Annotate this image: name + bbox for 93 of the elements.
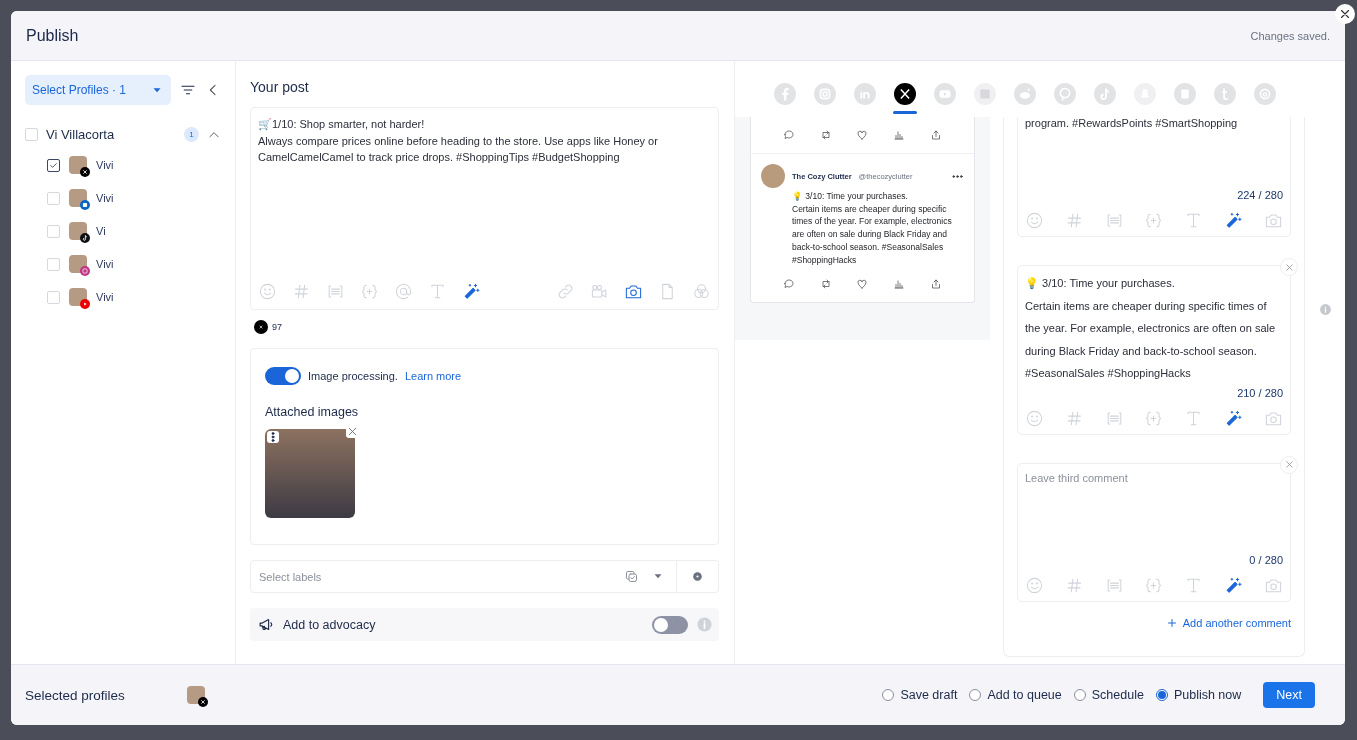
social-network-icon: [854, 82, 876, 105]
profile-name: Vivi: [96, 192, 114, 204]
settings-button[interactable]: [677, 560, 719, 593]
toggle-switch[interactable]: [652, 615, 688, 634]
reply-icon[interactable]: [783, 129, 796, 141]
social-network-icon: [814, 82, 836, 105]
bars-icon[interactable]: [893, 278, 906, 291]
social-network-icon: [934, 82, 956, 105]
close-icon: [346, 425, 359, 438]
save-status: Changes saved.: [1250, 29, 1330, 42]
next-button[interactable]: Next: [1263, 682, 1315, 708]
social-network-icon: [1254, 82, 1276, 105]
toggle-switch[interactable]: [265, 367, 301, 385]
magic-wand-icon[interactable]: [462, 282, 481, 301]
hash-icon[interactable]: [292, 282, 311, 301]
profile-group-name: Vi Villacorta: [46, 127, 116, 142]
post-editor[interactable]: 🛒1/10: Shop smarter, not harder! Always compare prices online before heading to the store. Use apps like Honey or CamelCamelCamel to track price drops. #ShoppingTips #BudgetShopping: [250, 107, 719, 310]
profile-name: Vivi: [96, 159, 114, 171]
comment-text: program. #RewardsPoints #SmartShopping: [1025, 117, 1239, 129]
heart-icon[interactable]: [856, 129, 869, 141]
social-network-icon: [1014, 82, 1036, 105]
character-count: 97: [272, 322, 282, 332]
network-badge-icon: [198, 697, 208, 707]
text-format-icon[interactable]: [428, 282, 447, 301]
plus-icon: [1165, 616, 1178, 629]
close-icon: [1338, 7, 1352, 21]
learn-more-link[interactable]: Learn more: [404, 370, 462, 382]
tweet-text: 💡 3/10: Time your purchases. Certain items are cheaper during specific times of the year. For example, electronics are often on sale during Black Friday and back-to-school season. #SeasonalSales #ShoppingHacks: [792, 190, 953, 267]
profile-name: Vivi: [96, 258, 114, 270]
select-profiles-dropdown[interactable]: Select Profiles · 1: [25, 75, 171, 105]
close-comment-button[interactable]: [1280, 258, 1298, 276]
checkbox[interactable]: [47, 158, 60, 172]
magic-wand-icon[interactable]: [1224, 575, 1244, 595]
advocacy-label: Add to advocacy: [283, 617, 377, 632]
magic-wand-icon[interactable]: [1224, 408, 1244, 428]
post-text: 🛒1/10: Shop smarter, not harder! Always compare prices online before heading to the store. Use apps like Honey or CamelCamelCamel to track price drops. #ShoppingTips #BudgetShopping: [258, 117, 659, 165]
avatar: [761, 164, 785, 188]
text-block-icon[interactable]: [326, 282, 345, 301]
character-count: 224 / 280: [1236, 189, 1283, 201]
social-network-icon: [894, 82, 916, 105]
info-icon: [696, 616, 713, 633]
social-network-icon: [974, 82, 996, 105]
gear-icon: [691, 570, 704, 583]
close-icon: [1283, 261, 1295, 273]
add-comment-button[interactable]: Add another comment: [1165, 616, 1291, 629]
magic-wand-icon[interactable]: [1224, 211, 1244, 230]
labels-field[interactable]: Select labels: [250, 560, 677, 593]
character-count: 0 / 280: [1248, 553, 1283, 566]
character-count: 210 / 280: [1236, 386, 1283, 399]
comment-text: 💡 3/10: Time your purchases. Certain items are cheaper during specific times of the year. For example, electronics are often on sale during Black Friday and back-to-school season. #SeasonalSales #ShoppingHacks: [1025, 276, 1277, 381]
copy-icon: [624, 569, 639, 584]
publish-option[interactable]: Add to queue: [969, 688, 1062, 702]
share-icon[interactable]: [929, 129, 942, 141]
publish-option[interactable]: Save draft: [882, 688, 958, 702]
social-network-icon: [1174, 82, 1196, 105]
x-badge-icon: [254, 320, 268, 334]
braces-icon[interactable]: [360, 282, 379, 301]
at-icon[interactable]: [394, 282, 413, 301]
selected-profiles-label: Selected profiles: [25, 687, 126, 703]
video-icon[interactable]: [590, 282, 609, 301]
attached-images-heading: Attached images: [265, 405, 360, 419]
retweet-icon[interactable]: [819, 129, 832, 141]
link-icon[interactable]: [556, 282, 575, 301]
reply-icon[interactable]: [783, 278, 796, 291]
info-icon: [1318, 303, 1332, 316]
color-circles-icon[interactable]: [692, 282, 711, 301]
megaphone-icon: [258, 616, 275, 633]
social-network-icon: [1214, 82, 1236, 105]
publish-option[interactable]: Publish now: [1155, 688, 1242, 702]
section-title: Your post: [250, 79, 310, 95]
camera-icon[interactable]: [624, 282, 643, 301]
smiley-icon[interactable]: [258, 282, 277, 301]
social-network-icon: [1094, 82, 1116, 105]
dialog-title: Publish: [26, 26, 79, 45]
social-network-icon: [774, 82, 796, 105]
smiley-icon[interactable]: [1025, 211, 1044, 230]
publish-option[interactable]: Schedule: [1073, 688, 1144, 702]
close-icon: [1283, 459, 1295, 470]
smiley-icon[interactable]: [1025, 575, 1044, 595]
braces-icon[interactable]: [1144, 211, 1164, 230]
image-processing-label: Image processing.: [308, 370, 398, 382]
count-badge: 1: [184, 127, 199, 142]
retweet-icon[interactable]: [819, 278, 832, 291]
profile-name: Vivi: [96, 291, 114, 303]
close-comment-button[interactable]: [1280, 455, 1298, 474]
profile-name: Vi: [96, 225, 106, 237]
heart-icon[interactable]: [856, 278, 869, 291]
more-button[interactable]: [267, 431, 279, 443]
share-icon[interactable]: [929, 278, 942, 291]
smiley-icon[interactable]: [1025, 408, 1044, 428]
bars-icon[interactable]: [893, 129, 906, 141]
close-button[interactable]: [1335, 4, 1355, 24]
social-network-icon: [1054, 82, 1076, 105]
